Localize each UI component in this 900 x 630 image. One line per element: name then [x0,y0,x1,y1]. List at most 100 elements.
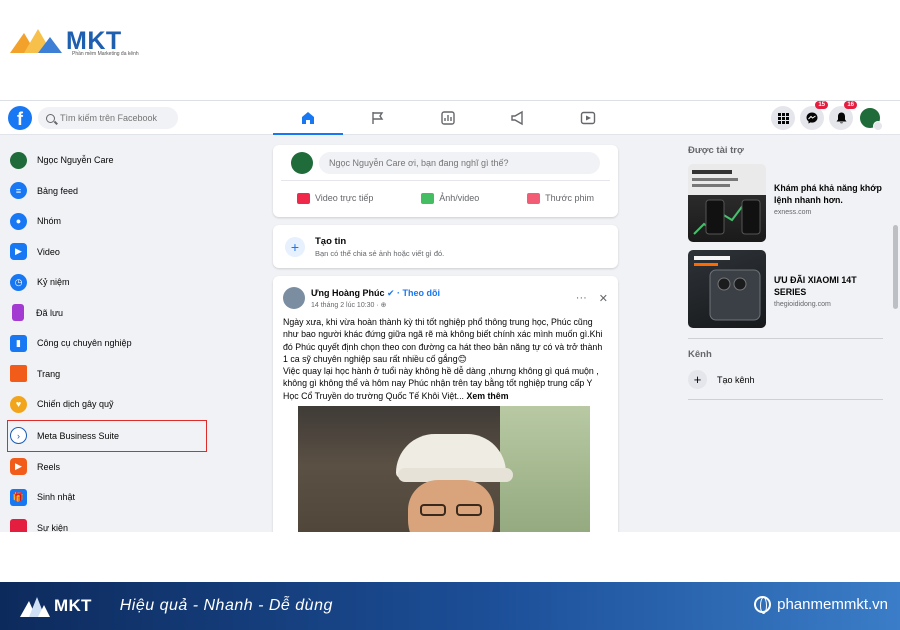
sidebar-item-label: Video [37,246,60,257]
brand-name: MKT [66,26,122,55]
left-sidebar: Ngọc Nguyễn Care ≡ Bảng feed ● Nhóm ▶ Vi… [7,145,208,532]
mkt-logo-icon [20,597,50,617]
play-icon [580,111,596,125]
ad-item[interactable]: Khám phá khả năng khớp lệnh nhanh hơn. e… [688,164,883,242]
messenger-button[interactable]: 15 [800,101,828,130]
bell-icon [836,112,846,124]
memories-icon: ◷ [10,273,27,291]
sidebar-item-label: Bảng feed [37,185,79,196]
sidebar-item-memories[interactable]: ◷ Kỷ niệm [8,267,208,298]
photo-video-label: Ảnh/video [439,193,480,203]
live-video-button[interactable]: Video trực tiếp [296,192,374,204]
scrollbar-thumb[interactable] [893,225,898,309]
sidebar-item-profile[interactable]: Ngọc Nguyễn Care [8,145,208,176]
reel-button[interactable]: Thước phim [527,192,594,204]
post-body: Ngày xưa, khi vừa hoàn thành kỳ thi tốt … [273,312,618,402]
close-icon[interactable]: ✕ [599,292,608,305]
search-box[interactable] [38,107,178,129]
sidebar-item-label: Reels [37,461,61,472]
post-paragraph: Ngày xưa, khi vừa hoàn thành kỳ thi tốt … [283,317,603,364]
sidebar-item-label: Ngọc Nguyễn Care [37,155,114,166]
facebook-logo-icon[interactable]: f [8,106,32,130]
megaphone-icon [511,110,523,126]
banner-url: phanmemmkt.vn [754,596,888,614]
sponsored-heading: Được tài trợ [688,145,744,156]
sidebar-item-birthdays[interactable]: 🎁 Sinh nhật [8,482,208,513]
page-scrollbar[interactable] [890,135,900,532]
sidebar-item-label: Chiến dịch gây quỹ [37,399,114,410]
ad-source: exness.com [774,209,812,216]
sidebar-item-reels[interactable]: ▶ Reels [8,452,208,483]
more-options-icon[interactable]: ··· [576,292,587,304]
sidebar-item-events[interactable]: Sự kiện [8,513,208,532]
brand-tagline: Phần mềm Marketing đa kênh [72,51,139,57]
banner-logo: MKT [54,596,92,615]
create-story-title: Tạo tin [315,235,347,247]
ad-title: ƯU ĐÃI XIAOMI 14T SERIES [774,275,857,297]
divider [688,338,883,339]
sidebar-item-fundraiser[interactable]: ♥ Chiến dịch gây quỹ [8,389,208,420]
tab-ads[interactable] [483,101,553,135]
post-timestamp[interactable]: 14 tháng 2 lúc 10:30 · [311,302,379,309]
tab-home[interactable] [273,101,343,135]
create-channel-label: Tạo kênh [717,374,755,385]
chart-icon [441,111,455,125]
photo-video-button[interactable]: Ảnh/video [421,192,480,204]
top-right-controls: 15 16 [771,101,883,131]
create-channel-button[interactable]: + Tạo kênh [688,370,883,389]
tab-video[interactable] [553,101,623,135]
trading-chart-icon [692,170,761,235]
live-video-label: Video trực tiếp [314,193,374,203]
car-window [500,406,590,532]
tab-dashboard[interactable] [413,101,483,135]
post-author-avatar[interactable] [283,287,305,309]
sidebar-item-label: Đã lưu [36,307,64,318]
account-avatar[interactable] [858,106,883,131]
pages-icon [10,365,27,383]
ad-thumbnail [688,164,766,242]
reel-icon [527,192,541,204]
sidebar-item-pages[interactable]: Trang [8,359,208,390]
grid-icon [777,112,789,124]
banner-slogan: Hiệu quả - Nhanh - Dễ dùng [119,597,333,614]
business-suite-icon: › [10,427,27,444]
post-header: Ưng Hoàng Phúc ✔ · Theo dõi 14 tháng 2 l… [273,276,618,312]
glasses-right [456,504,482,516]
sidebar-item-groups[interactable]: ● Nhóm [8,206,208,237]
ad-item[interactable]: ƯU ĐÃI XIAOMI 14T SERIES thegioididong.c… [688,250,883,328]
ad-source: thegioididong.com [774,301,831,308]
post-author-name[interactable]: Ưng Hoàng Phúc [311,288,384,298]
sidebar-item-label: Sự kiện [37,522,69,532]
messenger-icon [806,112,818,124]
footer-banner: MKT Hiệu quả - Nhanh - Dễ dùng phanmemmk… [0,582,900,630]
sidebar-item-feed[interactable]: ≡ Bảng feed [8,176,208,207]
sidebar-item-pro-tools[interactable]: ▮ Công cụ chuyên nghiệp [8,328,208,359]
sidebar-item-label: Meta Business Suite [37,430,120,441]
video-icon: ▶ [10,243,27,261]
sidebar-item-saved[interactable]: Đã lưu [8,298,208,329]
search-input[interactable] [60,113,172,123]
ad-title: Khám phá khả năng khớp lệnh nhanh hơn. [774,183,882,205]
channels-heading: Kênh [688,349,712,360]
composer-input[interactable] [319,151,600,174]
post-image[interactable] [298,406,590,532]
notifications-button[interactable]: 16 [829,101,857,130]
page: MKT Phần mềm Marketing đa kênh f Tìm kiế… [0,0,900,630]
profile-avatar [10,151,27,169]
tab-pages[interactable] [343,101,413,135]
follow-link[interactable]: · Theo dõi [397,288,440,298]
sidebar-item-meta-business-suite[interactable]: › Meta Business Suite [7,419,207,452]
flag-icon [372,112,384,124]
mkt-brand-logo: MKT Phần mềm Marketing đa kênh [10,26,139,57]
create-story-subtitle: Bạn có thể chia sẻ ảnh hoặc viết gì đó. [315,248,445,258]
pro-tools-icon: ▮ [10,334,27,352]
glasses-left [420,504,446,516]
home-icon [302,112,314,124]
globe-icon: ⊕ [380,301,387,309]
create-story-card[interactable]: + Tạo tin Bạn có thể chia sẻ ảnh hoặc vi… [273,225,618,268]
verified-icon: ✔ [386,287,395,298]
sidebar-item-video[interactable]: ▶ Video [8,237,208,268]
saved-icon [12,304,24,322]
menu-button[interactable] [771,106,795,130]
see-more-link[interactable]: Xem thêm [466,391,508,401]
